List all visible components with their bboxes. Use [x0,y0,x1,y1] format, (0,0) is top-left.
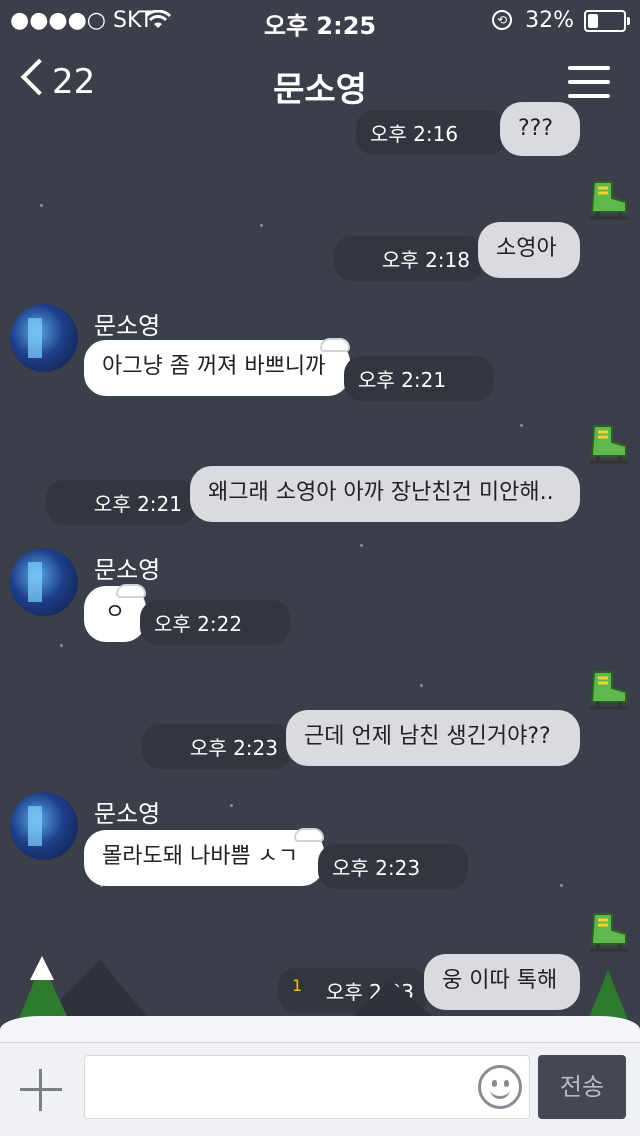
menu-button[interactable] [568,66,610,100]
message-input-bar: 전송 [0,1042,640,1136]
my-message-bubble[interactable]: 왜그래 소영아 아까 장난친건 미안해.. [190,466,580,522]
status-bar: ●●●●○ SKT 오후 2:25 ⟲ 32% [0,0,640,40]
snowflake-dot [360,544,363,547]
snowflake-dot [560,884,563,887]
emoticon-icon[interactable] [478,1065,522,1109]
snowflake-dot [520,424,523,427]
avatar[interactable] [10,548,78,616]
winter-scenery [0,940,640,1050]
message-timestamp: 오후 2:23 [318,844,468,889]
snowflake-dot [230,804,233,807]
menu-line [568,80,610,84]
message-timestamp: 오후 2:18 [334,236,484,281]
snowflake-dot [420,684,423,687]
message-timestamp: 오후 2:23 [142,724,292,769]
avatar[interactable] [10,792,78,860]
skate-icon [590,181,628,220]
message-timestamp: 오후 2:21 [46,480,196,525]
message-timestamp: 오후 2:16 [356,110,506,155]
battery-percent: 32% [525,8,574,33]
message-timestamp: 오후 2:21 [344,356,494,401]
menu-line [568,94,610,98]
battery-fill [588,14,599,28]
snowflake-dot [260,224,263,227]
my-message-bubble[interactable]: ??? [500,102,580,156]
snowflake-dot [60,644,63,647]
their-message-bubble[interactable]: 몰라도돼 나바쁨 ㅅㄱ [84,830,324,886]
skate-icon [590,425,628,464]
snow-cap-decoration [320,338,350,352]
sender-name: 문소영 [94,556,161,584]
chat-screen: ●●●●○ SKT 오후 2:25 ⟲ 32% 22 문소영 오후 2:16 ?… [0,0,640,1136]
sender-name: 문소영 [94,312,161,340]
attach-plus-icon[interactable] [20,1069,62,1111]
their-message-bubble[interactable]: 아그냥 좀 꺼져 바쁘니까 [84,340,350,396]
snowflake-dot [40,204,43,207]
snow-cap-decoration [294,828,324,842]
send-button[interactable]: 전송 [538,1055,626,1119]
message-list[interactable]: 오후 2:16 ??? 오후 2:18 소영아 문소영 아그냥 좀 꺼져 바쁘니… [0,102,640,1024]
emoticon-mouth [490,1086,510,1099]
snow-cap-decoration [116,584,146,598]
my-message-bubble[interactable]: 소영아 [478,222,580,278]
sender-name: 문소영 [94,800,161,828]
my-message-bubble[interactable]: 근데 언제 남친 생긴거야?? [286,710,580,766]
menu-line [568,66,610,70]
message-input[interactable] [84,1055,530,1119]
avatar[interactable] [10,304,78,372]
battery-icon [584,10,630,32]
rotation-lock-icon: ⟲ [492,10,512,30]
message-timestamp: 오후 2:22 [140,600,290,645]
skate-icon [590,671,628,710]
